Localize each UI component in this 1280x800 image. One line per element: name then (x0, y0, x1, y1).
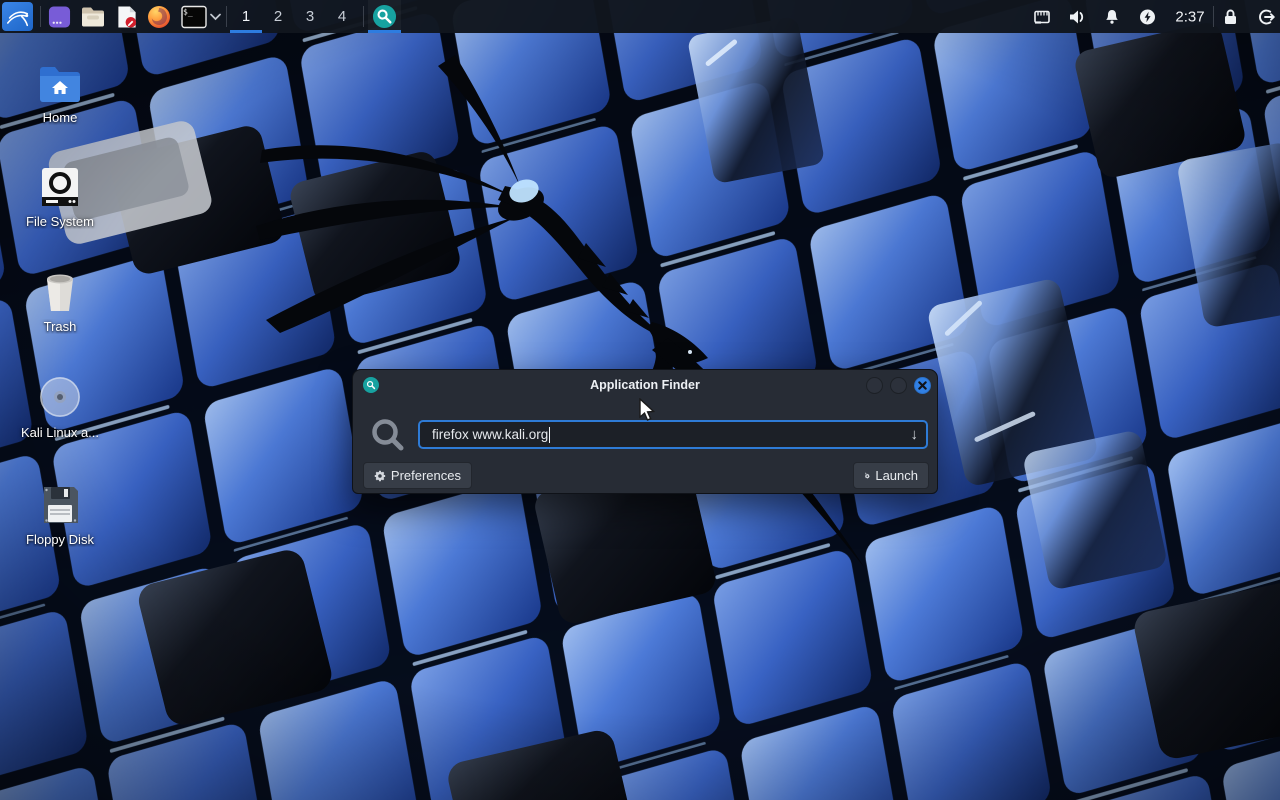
desktop-icon-home[interactable]: Home (5, 58, 115, 125)
application-finder-window: Application Finder firefox www.kali.org … (352, 369, 938, 494)
window-launcher-icon[interactable] (46, 5, 72, 28)
desktop-icon-label: File System (5, 214, 115, 229)
close-button[interactable] (914, 377, 931, 394)
desktop-icon-label: Home (5, 110, 115, 125)
terminal-icon[interactable]: $_ (180, 5, 208, 28)
window-title: Application Finder (353, 370, 937, 400)
desktop-icon-label: Trash (5, 319, 115, 334)
workspace-button-1[interactable]: 1 (230, 0, 262, 33)
application-finder-task-button[interactable] (368, 0, 401, 33)
launch-button[interactable]: Launch (853, 462, 929, 489)
terminal-prompt-glyph: $_ (183, 7, 193, 16)
lock-screen-icon[interactable] (1221, 8, 1239, 25)
mouse-cursor (637, 398, 659, 424)
network-icon[interactable] (1032, 8, 1051, 25)
desktop-icon-floppy-disk[interactable]: Floppy Disk (5, 480, 115, 547)
panel-separator (40, 6, 41, 27)
drive-icon (5, 162, 115, 208)
panel-separator (1213, 6, 1214, 27)
desktop-icon-file-system[interactable]: File System (5, 162, 115, 229)
preferences-button[interactable]: Preferences (363, 462, 472, 489)
desktop: Home File System Trash (0, 0, 1280, 800)
dropdown-arrow-icon[interactable]: ↓ (911, 426, 919, 443)
desktop-icon-trash[interactable]: Trash (5, 267, 115, 334)
close-icon (918, 381, 927, 390)
panel-separator (363, 6, 364, 27)
panel-separator (226, 6, 227, 27)
minimize-button[interactable] (866, 377, 883, 394)
volume-icon[interactable] (1067, 8, 1087, 25)
desktop-icon-kali-linux[interactable]: Kali Linux a... (5, 373, 115, 440)
text-caret (549, 427, 550, 443)
terminal-dropdown-chevron-icon[interactable] (208, 13, 222, 20)
search-input-value: firefox www.kali.org (432, 427, 548, 442)
trash-icon (5, 267, 115, 313)
power-manager-icon[interactable] (1138, 8, 1157, 25)
text-editor-icon[interactable] (114, 5, 140, 28)
top-panel: $_ 1 2 3 4 (0, 0, 1280, 33)
log-out-icon[interactable] (1256, 8, 1276, 25)
search-input[interactable]: firefox www.kali.org ↓ (418, 420, 928, 449)
application-finder-task-icon (372, 4, 397, 29)
home-folder-icon (5, 58, 115, 104)
firefox-icon[interactable] (146, 5, 172, 29)
disc-icon (5, 373, 115, 419)
desktop-icon-label: Floppy Disk (5, 532, 115, 547)
maximize-button[interactable] (890, 377, 907, 394)
search-icon (368, 415, 408, 460)
applications-menu-button[interactable] (2, 2, 33, 31)
titlebar[interactable]: Application Finder (353, 370, 937, 400)
file-manager-icon[interactable] (80, 6, 106, 27)
workspace-button-3[interactable]: 3 (294, 0, 326, 33)
workspace-button-4[interactable]: 4 (326, 0, 358, 33)
desktop-icon-label: Kali Linux a... (5, 425, 115, 440)
floppy-icon (5, 480, 115, 526)
preferences-label: Preferences (391, 468, 461, 483)
launch-icon (864, 469, 870, 482)
clock[interactable]: 2:37 (1168, 8, 1212, 25)
notifications-bell-icon[interactable] (1103, 8, 1121, 25)
gear-icon (374, 469, 386, 483)
kali-logo-icon (5, 4, 31, 29)
launch-label: Launch (875, 468, 918, 483)
workspace-button-2[interactable]: 2 (262, 0, 294, 33)
